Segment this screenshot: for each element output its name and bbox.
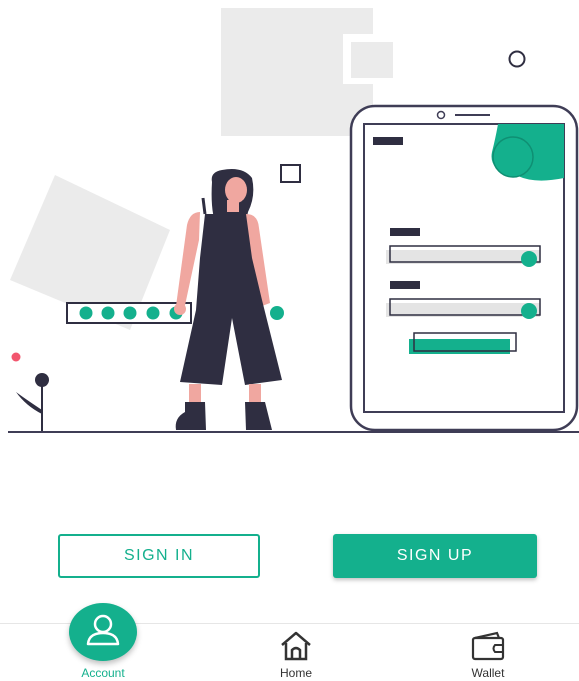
password-dot [79,306,93,320]
login-illustration [0,0,579,440]
nav-label-home: Home [279,666,312,680]
phone-field-toggle [521,303,537,319]
illustration-svg [8,8,579,433]
deco-square-small [351,42,393,78]
phone-field-toggle [521,251,537,267]
user-icon [84,611,122,654]
nav-label-account: Account [81,666,125,680]
home-icon [279,630,313,667]
phone-field-label [390,281,420,289]
person-figure [174,169,284,430]
wallet-icon [469,630,507,667]
phone-field-label [390,228,420,236]
account-fab[interactable] [69,603,137,661]
auth-buttons: SIGN IN SIGN UP [0,534,579,582]
nav-item-home[interactable]: Home [251,624,341,681]
plant-flower-dark [35,373,49,387]
phone-header-bar [373,137,403,145]
deco-circle-outline [508,50,526,68]
password-dot [146,306,160,320]
app-screen: SIGN IN SIGN UP Account Home Wallet [0,0,579,681]
plant-leaf [16,392,42,414]
phone-accent-circle [492,136,534,178]
sign-in-button[interactable]: SIGN IN [58,534,260,578]
nav-item-wallet[interactable]: Wallet [443,624,533,681]
deco-square-outline [280,164,301,183]
password-dot [123,306,137,320]
sign-up-button[interactable]: SIGN UP [333,534,537,578]
password-dot [101,306,115,320]
nav-label-wallet: Wallet [471,666,505,680]
plant-flower-pink [11,352,21,362]
